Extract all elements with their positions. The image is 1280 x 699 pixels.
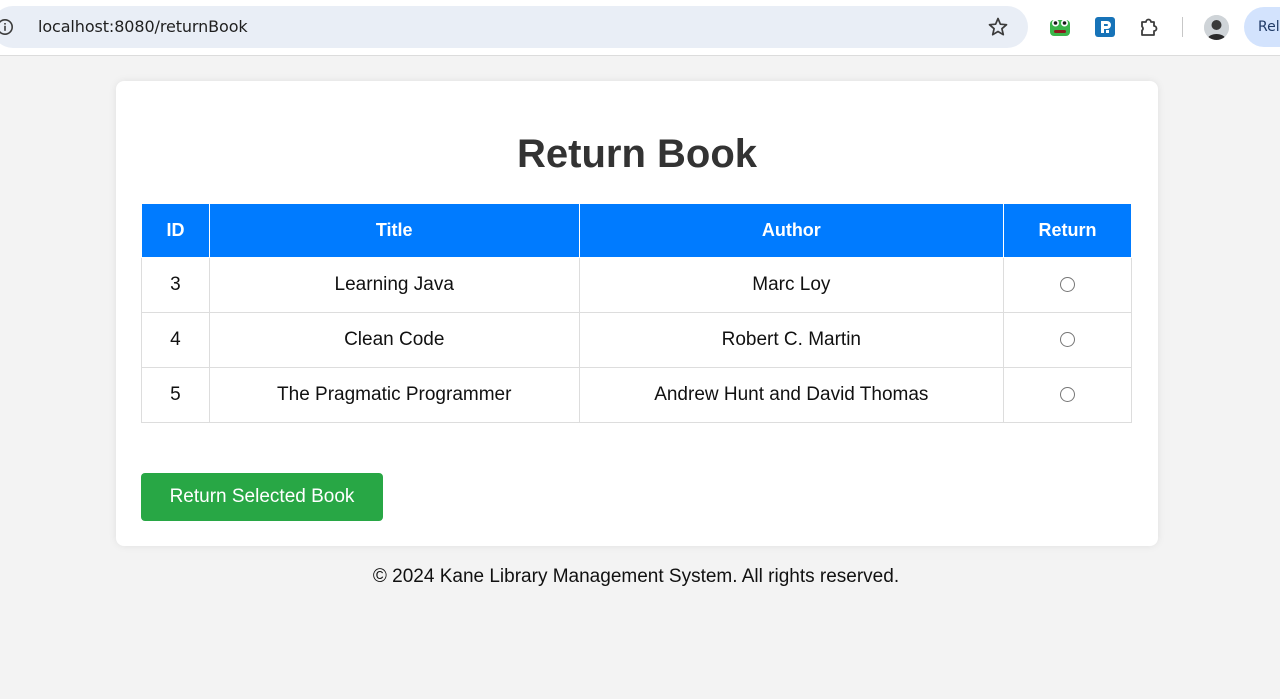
table-row: 4 Clean Code Robert C. Martin — [141, 312, 1132, 368]
avatar[interactable] — [1204, 15, 1229, 40]
return-radio[interactable] — [1060, 387, 1076, 403]
book-id-cell: 4 — [141, 312, 210, 368]
return-radio[interactable] — [1060, 332, 1076, 348]
book-title-cell: Clean Code — [208, 312, 580, 368]
book-title-cell: Learning Java — [208, 257, 580, 313]
book-author-cell: Andrew Hunt and David Thomas — [578, 367, 1005, 423]
frog-extension-icon[interactable] — [1048, 15, 1072, 39]
table-header-row: ID Title Author Return — [141, 203, 1132, 258]
puzzle-icon[interactable] — [1138, 15, 1162, 39]
return-cell — [1003, 367, 1132, 423]
return-selected-book-button[interactable]: Return Selected Book — [141, 473, 383, 521]
books-table: ID Title Author Return 3 Learning Java M… — [141, 203, 1132, 423]
toolbar-divider — [1182, 17, 1183, 37]
info-icon[interactable] — [0, 18, 14, 36]
return-book-card: Return Book ID Title Author Return 3 Lea… — [116, 81, 1158, 546]
column-header-return: Return — [1003, 203, 1132, 258]
page-title: Return Book — [517, 132, 757, 176]
relaunch-button[interactable]: Rela — [1244, 7, 1280, 47]
table-row: 5 The Pragmatic Programmer Andrew Hunt a… — [141, 367, 1132, 423]
table-row: 3 Learning Java Marc Loy — [141, 257, 1132, 313]
book-id-cell: 5 — [141, 367, 210, 423]
star-icon[interactable] — [987, 16, 1009, 38]
url-text[interactable]: localhost:8080/returnBook — [38, 17, 248, 36]
return-radio[interactable] — [1060, 277, 1076, 293]
footer-copyright: © 2024 Kane Library Management System. A… — [372, 566, 900, 587]
return-cell — [1003, 312, 1132, 368]
address-bar[interactable]: localhost:8080/returnBook — [0, 6, 1028, 48]
p-extension-icon[interactable] — [1093, 15, 1117, 39]
relaunch-label: Rela — [1258, 19, 1280, 35]
column-header-id: ID — [141, 203, 210, 258]
book-id-cell: 3 — [141, 257, 210, 313]
book-author-cell: Marc Loy — [578, 257, 1005, 313]
book-title-cell: The Pragmatic Programmer — [208, 367, 580, 423]
browser-toolbar: localhost:8080/returnBook Rela — [0, 0, 1280, 56]
column-header-author: Author — [578, 203, 1005, 258]
book-author-cell: Robert C. Martin — [578, 312, 1005, 368]
column-header-title: Title — [208, 203, 580, 258]
return-cell — [1003, 257, 1132, 313]
